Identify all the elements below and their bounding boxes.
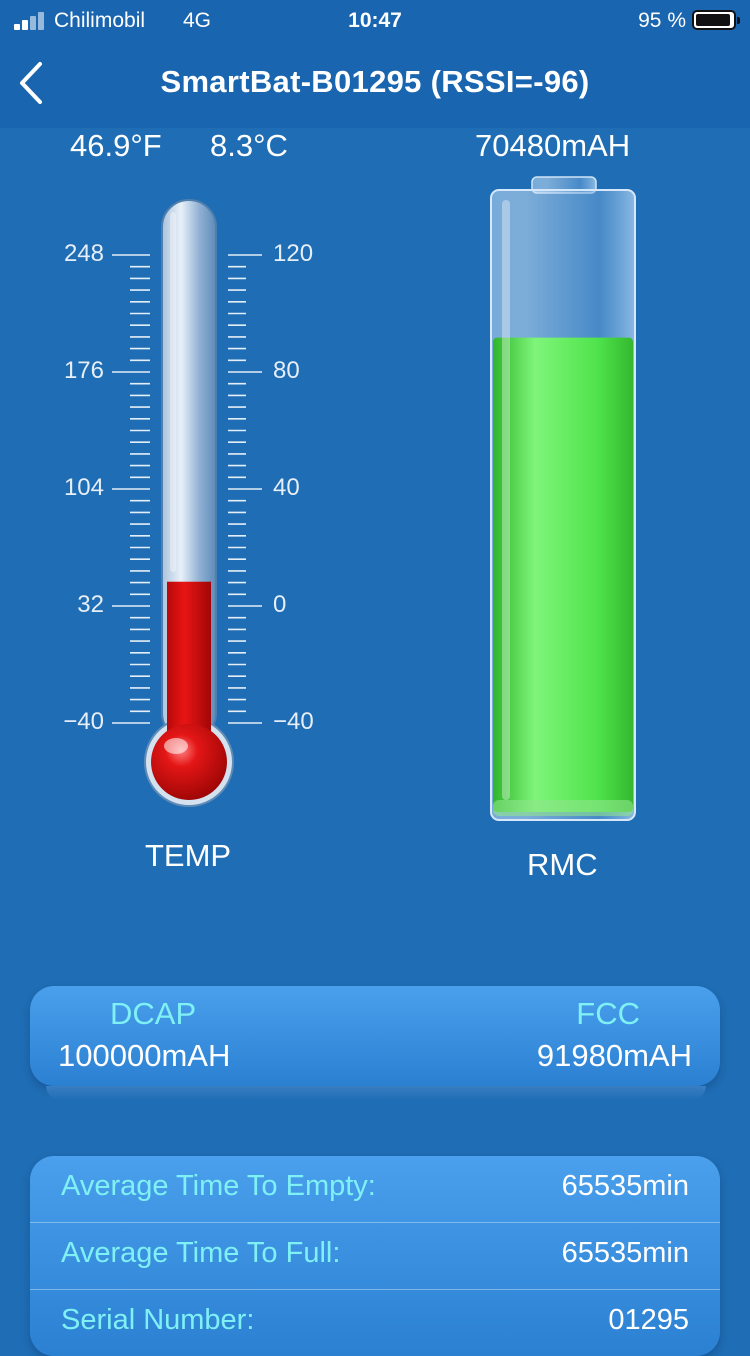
rmc-caption: RMC xyxy=(527,847,598,882)
card-reflection xyxy=(46,1086,706,1100)
info-value: 65535min xyxy=(561,1237,689,1269)
capacity-card: DCAP 100000mAH FCC 91980mAH xyxy=(30,986,720,1086)
dcap-value: 100000mAH xyxy=(58,1038,231,1073)
info-card: Average Time To Empty: 65535min Average … xyxy=(30,1156,720,1356)
info-value: 65535min xyxy=(561,1170,689,1202)
info-row-time-to-full: Average Time To Full: 65535min xyxy=(30,1223,720,1289)
info-row-serial-number: Serial Number: 01295 xyxy=(30,1290,720,1356)
info-label: Average Time To Full: xyxy=(61,1237,341,1269)
temp-caption: TEMP xyxy=(145,838,232,873)
fcc-value: 91980mAH xyxy=(536,1038,692,1073)
info-value: 01295 xyxy=(608,1304,689,1336)
info-label: Average Time To Empty: xyxy=(61,1170,376,1202)
info-row-time-to-empty: Average Time To Empty: 65535min xyxy=(30,1156,720,1222)
dcap-label: DCAP xyxy=(110,996,197,1031)
info-label: Serial Number: xyxy=(61,1304,255,1336)
battery-graphic xyxy=(490,176,636,821)
fcc-label: FCC xyxy=(576,996,640,1031)
